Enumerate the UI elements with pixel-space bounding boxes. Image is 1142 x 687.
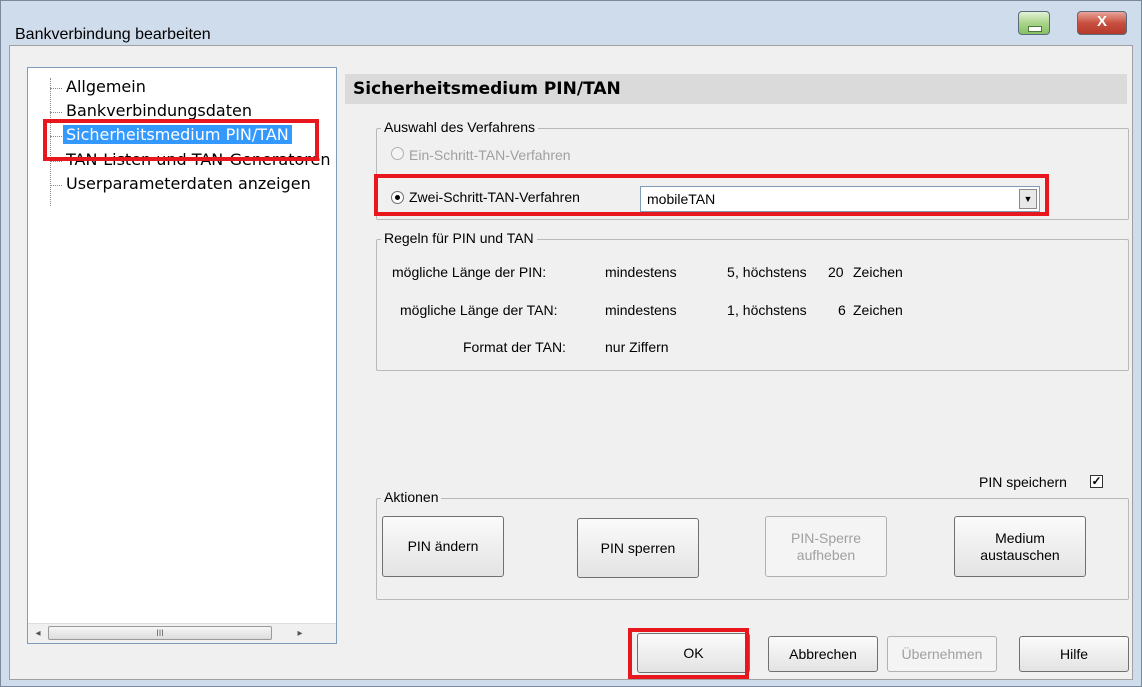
verfahren-group-label: Auswahl des Verfahrens <box>381 119 538 135</box>
navigation-tree: Allgemein Bankverbindungsdaten Sicherhei… <box>27 67 337 644</box>
tree-item-sicherheitsmedium[interactable]: Sicherheitsmedium PIN/TAN <box>63 125 292 144</box>
tree-connector <box>50 112 62 113</box>
tree-connector <box>50 88 62 89</box>
check-icon: ✓ <box>1091 474 1102 488</box>
close-button[interactable]: X <box>1077 11 1127 35</box>
tan-min-label: mindestens <box>605 302 677 318</box>
regeln-group-label: Regeln für PIN und TAN <box>381 230 537 246</box>
tree-item-allgemein[interactable]: Allgemein <box>66 77 146 96</box>
tree-item-label: Userparameterdaten anzeigen <box>66 174 311 193</box>
tree-connector-line <box>50 78 51 206</box>
button-label: Hilfe <box>1059 645 1088 662</box>
tree-item-label: Sicherheitsmedium PIN/TAN <box>63 125 292 144</box>
button-label-line1: Medium <box>995 529 1045 546</box>
radio-zwei-schritt-label: Zwei-Schritt-TAN-Verfahren <box>409 189 580 205</box>
tree-connector <box>50 161 62 162</box>
scroll-right-icon[interactable]: ▸ <box>292 626 308 641</box>
chevron-down-icon[interactable]: ▼ <box>1019 189 1037 209</box>
tan-unit: Zeichen <box>853 302 903 318</box>
tan-format-label: Format der TAN: <box>463 339 566 355</box>
tree-item-label: Allgemein <box>66 77 146 96</box>
pin-speichern-label: PIN speichern <box>979 474 1067 490</box>
tree-item-label: Bankverbindungsdaten <box>66 101 252 120</box>
page-title: Sicherheitsmedium PIN/TAN <box>345 74 1127 104</box>
tree-connector <box>50 185 62 186</box>
tree-item-tan-listen[interactable]: TAN-Listen und TAN-Generatoren <box>66 150 330 169</box>
tan-verfahren-select[interactable]: mobileTAN ▼ <box>640 186 1040 212</box>
help-button[interactable]: Hilfe <box>1019 636 1129 672</box>
tan-max-value: 6 <box>838 302 846 318</box>
pin-sperren-button[interactable]: PIN sperren <box>577 518 699 578</box>
pin-min-value: 5 <box>727 264 735 280</box>
window-title: Bankverbindung bearbeiten <box>15 26 211 43</box>
pin-min-label: mindestens <box>605 264 677 280</box>
button-label: PIN ändern <box>407 538 479 554</box>
scrollbar-thumb[interactable]: III <box>48 626 272 640</box>
tree-connector <box>50 136 62 137</box>
button-label: OK <box>683 644 704 661</box>
pin-max-value: 20 <box>828 264 844 280</box>
horizontal-scrollbar[interactable]: ◂ III ▸ <box>28 623 336 643</box>
dialog-window: Bankverbindung bearbeiten X Allgemein Ba… <box>0 0 1142 687</box>
tan-min-value: 1 <box>727 302 735 318</box>
pin-speichern-checkbox[interactable]: ✓ <box>1090 475 1103 488</box>
radio-ein-schritt[interactable] <box>391 147 404 160</box>
tan-length-label: mögliche Länge der TAN: <box>400 302 558 318</box>
apply-button[interactable]: Übernehmen <box>887 636 997 672</box>
pin-unit: Zeichen <box>853 264 903 280</box>
minimize-button[interactable] <box>1018 11 1050 35</box>
pin-aendern-button[interactable]: PIN ändern <box>382 516 504 577</box>
tree-item-bankverbindungsdaten[interactable]: Bankverbindungsdaten <box>66 101 252 120</box>
tan-max-label: , höchstens <box>735 302 807 318</box>
tan-format-value: nur Ziffern <box>605 339 669 355</box>
button-label: Abbrechen <box>789 645 857 662</box>
select-value: mobileTAN <box>647 191 716 207</box>
scroll-left-icon[interactable]: ◂ <box>30 626 46 641</box>
radio-ein-schritt-label: Ein-Schritt-TAN-Verfahren <box>409 147 571 163</box>
tree-item-userparameterdaten[interactable]: Userparameterdaten anzeigen <box>66 174 311 193</box>
pin-length-label: mögliche Länge der PIN: <box>392 264 547 280</box>
close-icon: X <box>1096 13 1107 30</box>
title-bar[interactable]: Bankverbindung bearbeiten X <box>1 1 1141 45</box>
pin-max-label: , höchstens <box>735 264 807 280</box>
radio-zwei-schritt[interactable] <box>391 191 404 204</box>
dialog-client-area: Allgemein Bankverbindungsdaten Sicherhei… <box>9 45 1133 680</box>
button-label-line2: aufheben <box>796 546 856 563</box>
button-label-line1: PIN-Sperre <box>790 529 862 546</box>
aktionen-group-label: Aktionen <box>381 489 442 505</box>
button-label: Übernehmen <box>901 645 983 662</box>
cancel-button[interactable]: Abbrechen <box>768 636 878 672</box>
pin-sperre-aufheben-button[interactable]: PIN-Sperre aufheben <box>765 516 887 577</box>
medium-austauschen-button[interactable]: Medium austauschen <box>954 516 1086 577</box>
ok-button[interactable]: OK <box>637 633 750 673</box>
button-label-line2: austauschen <box>980 546 1060 563</box>
scrollbar-grip-icon: III <box>156 628 164 638</box>
button-label: PIN sperren <box>600 539 676 556</box>
tree-item-label: TAN-Listen und TAN-Generatoren <box>66 150 331 169</box>
